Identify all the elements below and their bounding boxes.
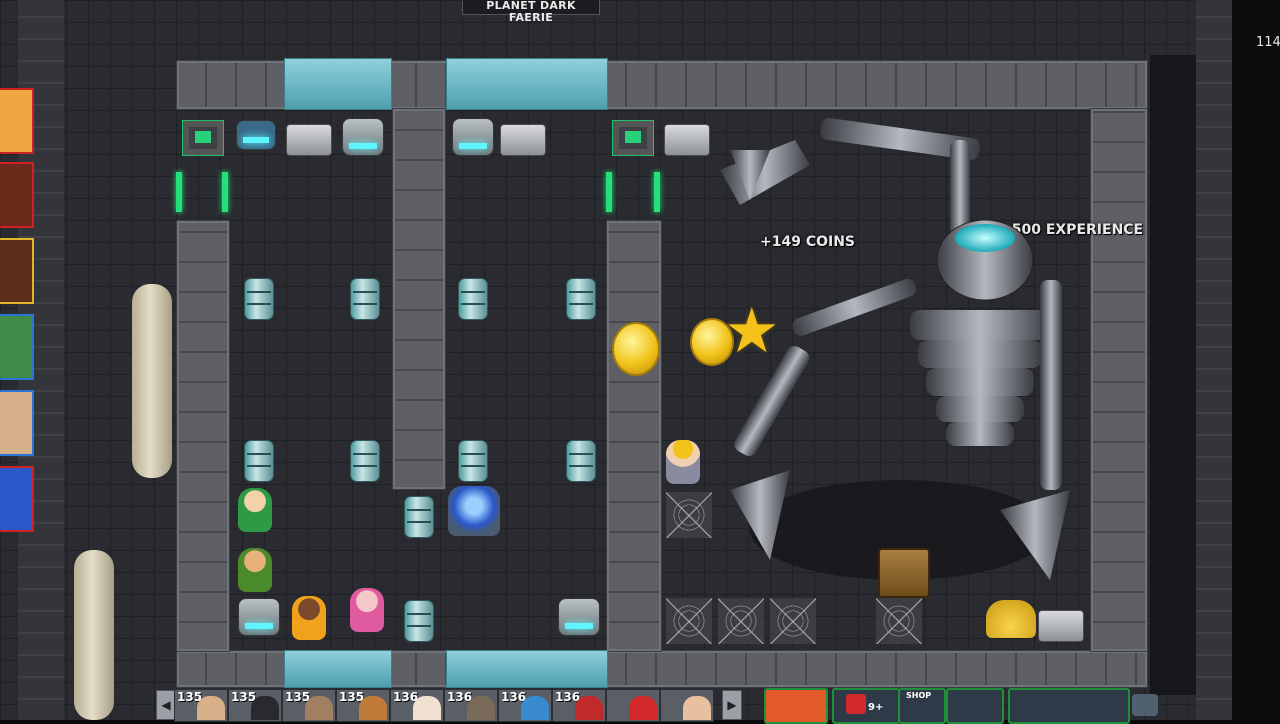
friend-slot[interactable]: 136 [498, 689, 552, 722]
friend-slot[interactable]: 135 [228, 689, 282, 722]
friend-slot[interactable]: 136 [444, 689, 498, 722]
avatar-pink[interactable] [350, 588, 384, 632]
pillar[interactable] [566, 278, 596, 320]
friend-slot[interactable] [606, 689, 660, 722]
gold-coin[interactable] [612, 322, 660, 376]
pillar[interactable] [244, 440, 274, 482]
door-center-b [654, 172, 660, 212]
friend-slot[interactable]: 135 [174, 689, 228, 722]
toolbar-next-button[interactable]: ▶ [722, 690, 742, 720]
friend-slot[interactable]: 136 [390, 689, 444, 722]
gift-badge: 9+ [868, 702, 884, 713]
spider-web[interactable] [718, 598, 764, 644]
friend-slot[interactable]: 135 [282, 689, 336, 722]
glow-pod-1[interactable] [342, 118, 384, 156]
elf-character[interactable] [238, 548, 272, 592]
friend-slot[interactable]: 136 [552, 689, 606, 722]
avatar-girl[interactable] [292, 596, 326, 640]
door-left [176, 172, 182, 212]
miner-character[interactable] [666, 440, 700, 484]
friend-avatar [521, 696, 549, 720]
terminal-2[interactable] [612, 120, 654, 156]
spider-web[interactable] [666, 598, 712, 644]
shop-label: SHOP [906, 691, 932, 700]
edge-counter: 114 [1256, 35, 1280, 50]
crate-4[interactable] [1038, 610, 1084, 642]
friend-avatar [197, 696, 225, 720]
left-wall [176, 220, 230, 652]
right-outer-wall [1196, 0, 1232, 720]
friend-avatar [413, 696, 441, 720]
side-tab-3[interactable] [0, 238, 34, 304]
friend-avatar [575, 696, 603, 720]
side-tab-2[interactable] [0, 162, 34, 228]
door-left-b [222, 172, 228, 212]
teal-gate-top-right[interactable] [446, 58, 608, 110]
planet-title: PLANET DARK FAERIE [462, 0, 600, 24]
pillar[interactable] [244, 278, 274, 320]
treasure-chest[interactable] [878, 548, 930, 598]
pillar[interactable] [566, 440, 596, 482]
side-tab-4[interactable] [0, 314, 34, 380]
shop-button[interactable]: SHOP [898, 688, 946, 724]
side-tab-6[interactable] [0, 466, 34, 532]
friend-avatar [629, 696, 657, 720]
quests-button[interactable] [1008, 688, 1130, 724]
pillar[interactable] [404, 496, 434, 538]
friend-avatar [251, 696, 279, 720]
glow-pod-3[interactable] [238, 598, 280, 636]
glow-pod-2[interactable] [452, 118, 494, 156]
spider-web[interactable] [666, 492, 712, 538]
teleporter-sign[interactable] [236, 120, 276, 150]
my-avatar-button[interactable] [764, 688, 828, 724]
drill-robot-boss[interactable] [700, 110, 1100, 610]
friend-avatar [305, 696, 333, 720]
toolbar-prev-button[interactable]: ◀ [156, 690, 176, 720]
terminal-1[interactable] [182, 120, 224, 156]
spider-web[interactable] [770, 598, 816, 644]
friend-avatar [467, 696, 495, 720]
friend-avatar [683, 696, 711, 720]
crate-2[interactable] [500, 124, 546, 156]
crate-1[interactable] [286, 124, 332, 156]
teal-gate-bottom-right[interactable] [446, 650, 608, 688]
friend-slot[interactable]: 135 [336, 689, 390, 722]
glow-pod-4[interactable] [558, 598, 600, 636]
pipe-lower [74, 550, 114, 720]
gift-icon [846, 694, 866, 714]
compass-icon[interactable] [1132, 694, 1158, 716]
pillar[interactable] [350, 278, 380, 320]
pillar[interactable] [458, 278, 488, 320]
gold-pile[interactable] [986, 600, 1036, 638]
pipe-upper [132, 284, 172, 478]
pillar[interactable] [458, 440, 488, 482]
friend-avatar [359, 696, 387, 720]
player-character[interactable] [238, 488, 272, 532]
side-tab-1[interactable] [0, 88, 34, 154]
teal-gate-top-left[interactable] [284, 58, 392, 110]
gift-button[interactable]: 9+ [832, 688, 900, 724]
door-center [606, 172, 612, 212]
side-tab-5[interactable] [0, 390, 34, 456]
spider-web[interactable] [876, 598, 922, 644]
teal-gate-bottom-left[interactable] [284, 650, 392, 688]
center-right-wall [606, 220, 662, 652]
center-left-wall [392, 108, 446, 490]
outer-corridor [1150, 55, 1198, 695]
pillar[interactable] [350, 440, 380, 482]
pillar[interactable] [404, 600, 434, 642]
robot-character[interactable] [448, 486, 500, 536]
map-button[interactable] [946, 688, 1004, 724]
friend-slot[interactable] [660, 689, 714, 722]
